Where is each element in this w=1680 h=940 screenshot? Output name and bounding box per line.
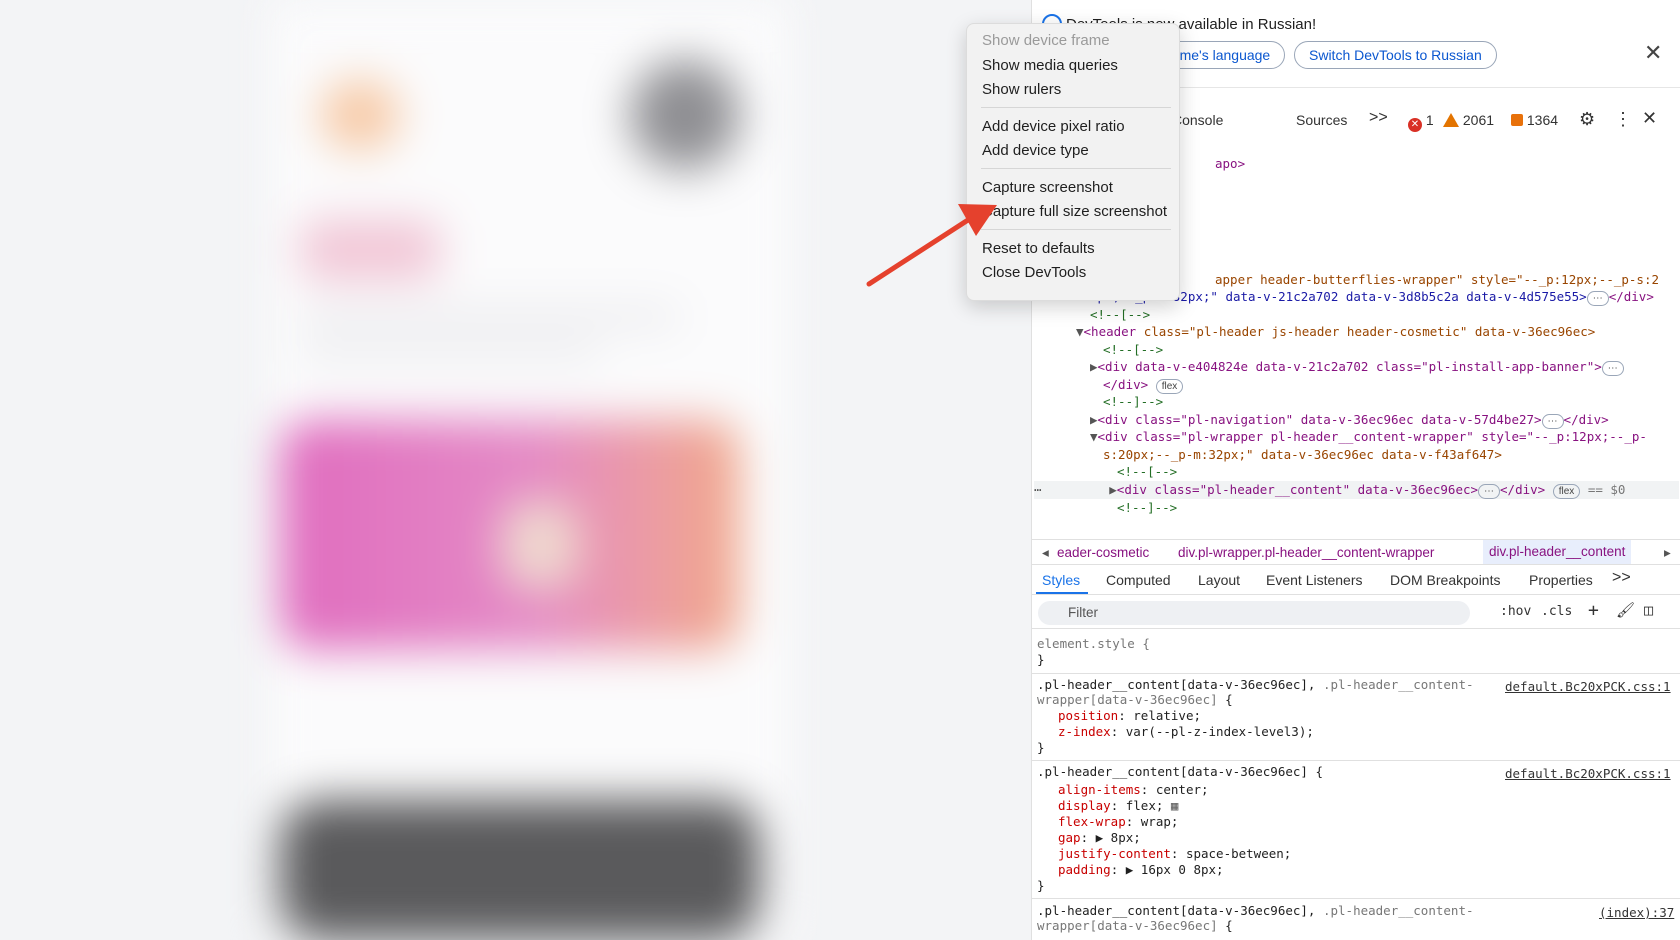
screen: DevTools is now available in Russian! Al… [0,0,1680,940]
annotation-arrow-icon [866,204,997,287]
